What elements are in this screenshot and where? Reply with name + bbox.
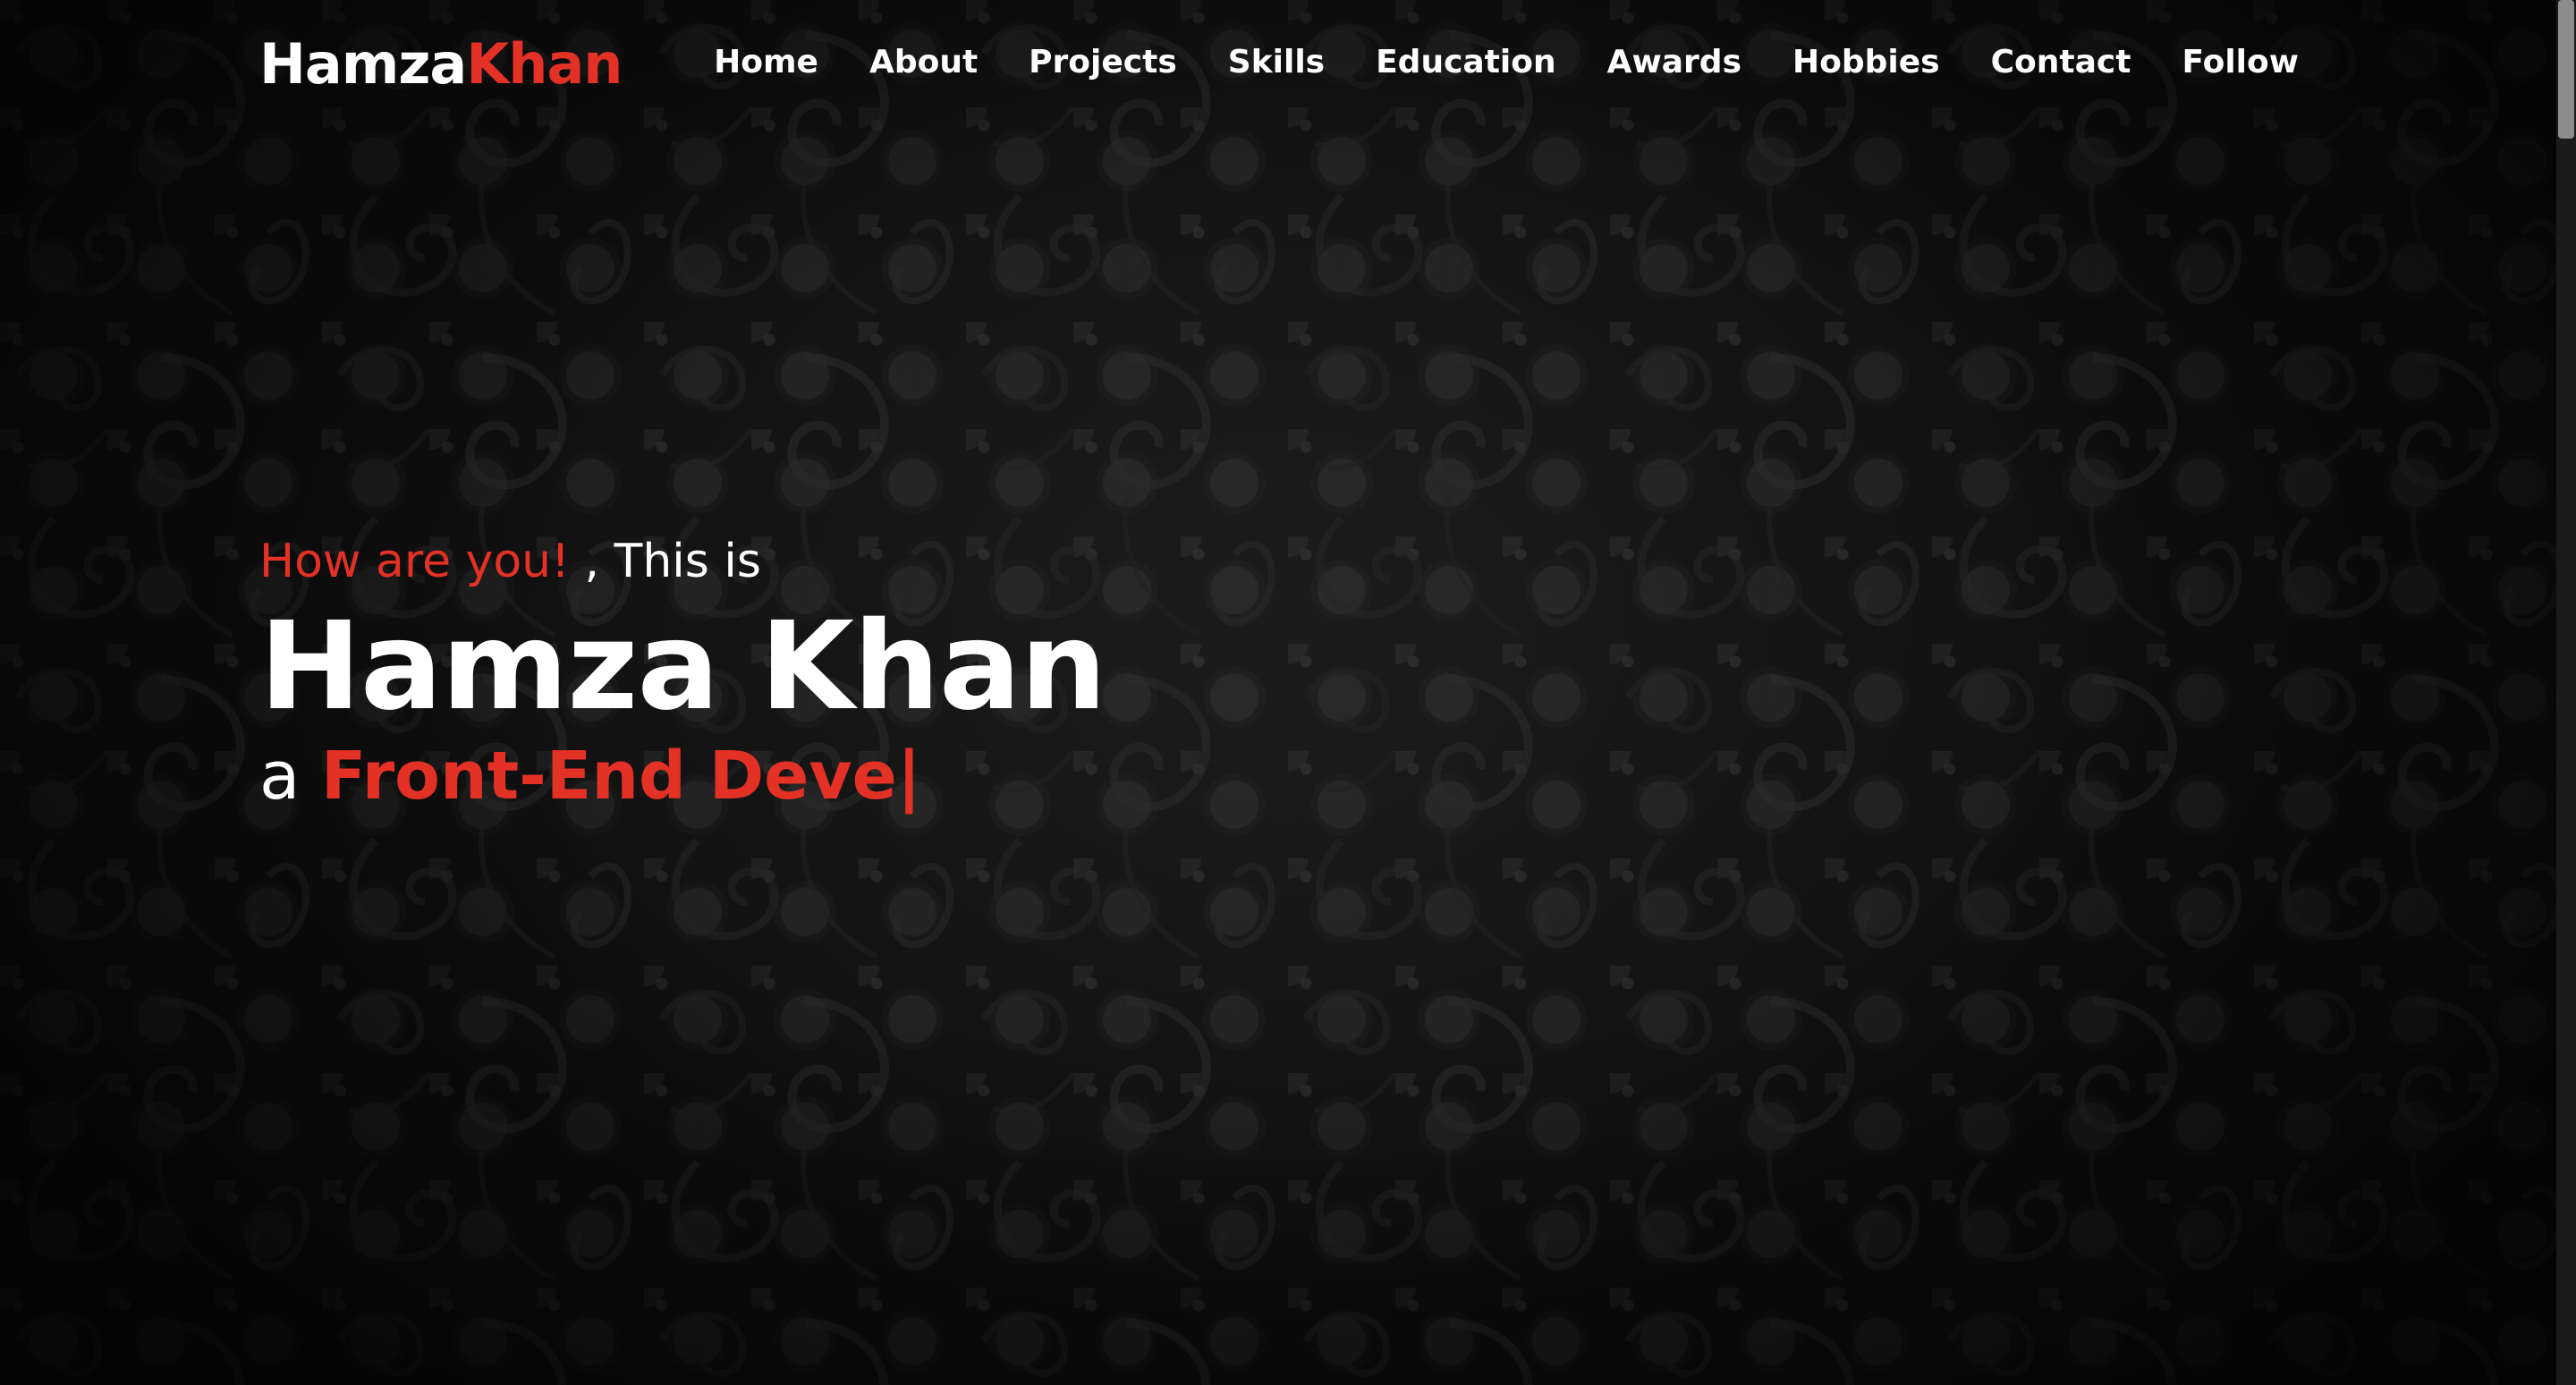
greeting-accent: How are you! [259, 535, 570, 588]
nav-item-hobbies[interactable]: Hobbies [1792, 39, 1940, 86]
nav-item-awards[interactable]: Awards [1607, 39, 1741, 86]
role-typed-text: Front-End Deve [320, 738, 897, 815]
greeting-rest: , This is [570, 535, 761, 588]
scrollbar-thumb[interactable] [2558, 0, 2574, 139]
page: HamzaKhan Home About Projects Skills Edu… [0, 0, 2576, 1385]
hero-greeting: How are you! , This is [259, 528, 1601, 595]
hero-role: a Front-End Deve| [259, 733, 1601, 819]
brand-first-name: Hamza [259, 31, 467, 97]
brand-logo[interactable]: HamzaKhan [259, 27, 623, 102]
brand-last-name: Khan [466, 31, 623, 97]
nav-item-skills[interactable]: Skills [1228, 39, 1325, 86]
page-scrollbar[interactable] [2556, 0, 2576, 1385]
nav-menu: Home About Projects Skills Education Awa… [663, 39, 2299, 86]
nav-item-education[interactable]: Education [1376, 39, 1556, 86]
hero-section: How are you! , This is Hamza Khan a Fron… [259, 528, 1601, 819]
navbar: HamzaKhan Home About Projects Skills Edu… [0, 0, 2576, 125]
nav-item-follow[interactable]: Follow [2182, 39, 2299, 86]
nav-item-home[interactable]: Home [714, 39, 818, 86]
role-prefix: a [259, 738, 321, 815]
typing-cursor: | [896, 738, 921, 815]
nav-item-about[interactable]: About [869, 39, 978, 86]
nav-item-contact[interactable]: Contact [1991, 39, 2131, 86]
hero-name: Hamza Khan [259, 596, 1106, 738]
nav-item-projects[interactable]: Projects [1029, 39, 1177, 86]
